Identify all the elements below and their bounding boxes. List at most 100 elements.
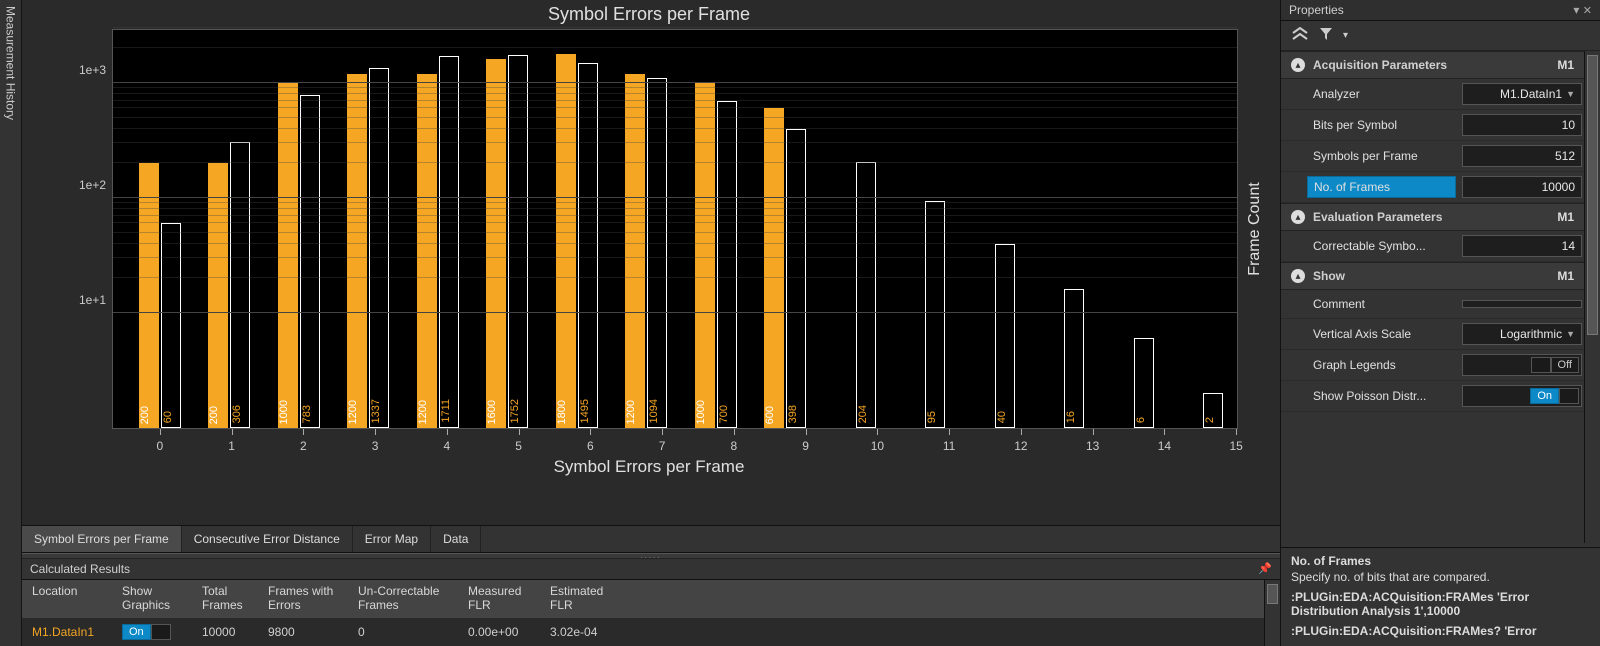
property-value[interactable]: 512	[1462, 145, 1582, 167]
measurement-history-tab[interactable]: Measurement History	[0, 0, 22, 646]
chart-x-label: Symbol Errors per Frame	[26, 457, 1272, 477]
toggle-switch[interactable]: On	[1530, 388, 1579, 404]
tab-consecutive-error-distance[interactable]: Consecutive Error Distance	[182, 526, 353, 552]
results-col-header[interactable]: Frames withErrors	[268, 584, 358, 612]
bar-measured[interactable]: 1800	[556, 54, 576, 428]
cell-show-graphics[interactable]: On	[122, 624, 202, 640]
measurement-history-label: Measurement History	[4, 6, 18, 120]
results-column-headers: LocationShowGraphicsTotalFramesFrames wi…	[22, 580, 1264, 618]
bar-estimated[interactable]: 40	[995, 244, 1015, 428]
properties-scrollbar[interactable]	[1584, 51, 1600, 543]
bar-estimated[interactable]: 700	[717, 101, 737, 428]
x-tick: 13	[1057, 429, 1129, 453]
results-col-header[interactable]: TotalFrames	[202, 584, 268, 612]
results-col-header[interactable]: Location	[32, 584, 122, 612]
bar-estimated[interactable]: 16	[1064, 289, 1084, 428]
tab-error-map[interactable]: Error Map	[353, 526, 431, 552]
property-row[interactable]: AnalyzerM1.DataIn1▼	[1281, 79, 1584, 110]
bar-measured[interactable]: 1000	[278, 83, 298, 428]
property-row[interactable]: Show Poisson Distr...On	[1281, 381, 1584, 412]
collapse-all-icon[interactable]	[1291, 27, 1309, 44]
pin-icon[interactable]: 📌	[1258, 562, 1272, 576]
bar-estimated[interactable]: 306	[230, 142, 250, 428]
chart-plot[interactable]: 2006020030610007831200133712001711160017…	[112, 29, 1238, 429]
chart-bin: 12001711	[403, 30, 473, 428]
help-title: No. of Frames	[1291, 554, 1590, 568]
bar-value-label: 95	[926, 411, 944, 423]
bar-measured[interactable]: 1000	[695, 83, 715, 428]
filter-icon[interactable]	[1319, 27, 1333, 44]
bar-value-label: 1200	[417, 400, 437, 424]
property-value[interactable]: 10	[1462, 114, 1582, 136]
property-row[interactable]: Graph LegendsOff	[1281, 350, 1584, 381]
tab-symbol-errors-per-frame[interactable]: Symbol Errors per Frame	[22, 526, 182, 552]
property-section-header[interactable]: ▴ShowM1	[1281, 262, 1584, 290]
bar-value-label: 1000	[695, 400, 715, 424]
property-value[interactable]: 10000	[1462, 176, 1582, 198]
property-value[interactable]: Logarithmic▼	[1462, 323, 1582, 345]
property-section-header[interactable]: ▴Evaluation ParametersM1	[1281, 203, 1584, 231]
properties-panel: Properties ▾ ✕ ▾ ▴Acquisition Parameters…	[1280, 0, 1600, 646]
bar-estimated[interactable]: 95	[925, 201, 945, 429]
toggle-switch[interactable]: Off	[1531, 357, 1579, 373]
x-tick: 11	[913, 429, 985, 453]
results-title: Calculated Results	[30, 562, 130, 576]
x-tick: 2	[268, 429, 340, 453]
bar-estimated[interactable]: 1752	[508, 55, 528, 428]
property-row[interactable]: Correctable Symbo...14	[1281, 231, 1584, 262]
property-section-header[interactable]: ▴Acquisition ParametersM1	[1281, 51, 1584, 79]
results-col-header[interactable]: EstimatedFLR	[550, 584, 632, 612]
results-scrollbar[interactable]	[1264, 580, 1280, 646]
results-col-header[interactable]: ShowGraphics	[122, 584, 202, 612]
bar-estimated[interactable]: 783	[300, 95, 320, 428]
bar-estimated[interactable]: 60	[161, 223, 181, 428]
chart-plot-wrap: 1e+11e+21e+3 200602003061000783120013371…	[26, 29, 1272, 429]
chart-bin: 2	[1168, 30, 1238, 428]
property-row[interactable]: Symbols per Frame512	[1281, 141, 1584, 172]
bar-estimated[interactable]: 1495	[578, 63, 598, 428]
bar-measured[interactable]: 1600	[486, 59, 506, 428]
bar-estimated[interactable]: 2	[1203, 393, 1223, 428]
bar-value-label: 204	[857, 405, 875, 423]
bar-estimated[interactable]: 6	[1134, 338, 1154, 428]
chart-bin: 40	[959, 30, 1029, 428]
chart-bin: 1000783	[264, 30, 334, 428]
results-row[interactable]: M1.DataIn1On10000980000.00e+003.02e-04	[22, 618, 1264, 646]
property-value[interactable]	[1462, 300, 1582, 308]
property-help: No. of Frames Specify no. of bits that a…	[1281, 547, 1600, 646]
results-col-header[interactable]: Un-CorrectableFrames	[358, 584, 468, 612]
property-row[interactable]: Comment	[1281, 290, 1584, 319]
results-col-header[interactable]: MeasuredFLR	[468, 584, 550, 612]
chart-bin: 95	[890, 30, 960, 428]
bar-value-label: 1337	[370, 399, 388, 423]
property-label: No. of Frames	[1314, 180, 1390, 194]
tab-data[interactable]: Data	[431, 526, 481, 552]
chevron-up-icon[interactable]: ▴	[1291, 210, 1305, 224]
property-label: Bits per Symbol	[1313, 118, 1397, 132]
panel-pin-icon[interactable]: ✕	[1583, 5, 1592, 17]
bar-value-label: 1200	[625, 400, 645, 424]
panel-menu-icon[interactable]: ▾	[1573, 3, 1579, 17]
bar-value-label: 2	[1204, 417, 1222, 423]
property-row[interactable]: No. of Frames 10000	[1281, 172, 1584, 203]
bar-estimated[interactable]: 1094	[647, 78, 667, 428]
bar-value-label: 1600	[486, 400, 506, 424]
results-rows: M1.DataIn1On10000980000.00e+003.02e-04	[22, 618, 1264, 646]
main-panel: Symbol Errors per Frame 1e+11e+21e+3 200…	[22, 0, 1280, 646]
chevron-down-icon[interactable]: ▼	[1566, 329, 1575, 339]
chevron-down-icon[interactable]: ▼	[1566, 89, 1575, 99]
bar-estimated[interactable]: 398	[786, 129, 806, 428]
properties-toolbar: ▾	[1281, 21, 1600, 51]
property-row[interactable]: Vertical Axis ScaleLogarithmic▼	[1281, 319, 1584, 350]
filter-menu-icon[interactable]: ▾	[1343, 30, 1348, 41]
property-value[interactable]: 14	[1462, 235, 1582, 257]
chevron-up-icon[interactable]: ▴	[1291, 58, 1305, 72]
chart-bin: 6	[1098, 30, 1168, 428]
property-row[interactable]: Bits per Symbol 10	[1281, 110, 1584, 141]
bar-estimated[interactable]: 1337	[369, 68, 389, 428]
chevron-up-icon[interactable]: ▴	[1291, 269, 1305, 283]
chart-panel: Symbol Errors per Frame 1e+11e+21e+3 200…	[22, 0, 1280, 525]
bar-measured[interactable]: 600	[764, 108, 784, 428]
property-value[interactable]: M1.DataIn1▼	[1462, 83, 1582, 105]
properties-title: Properties	[1289, 3, 1344, 17]
